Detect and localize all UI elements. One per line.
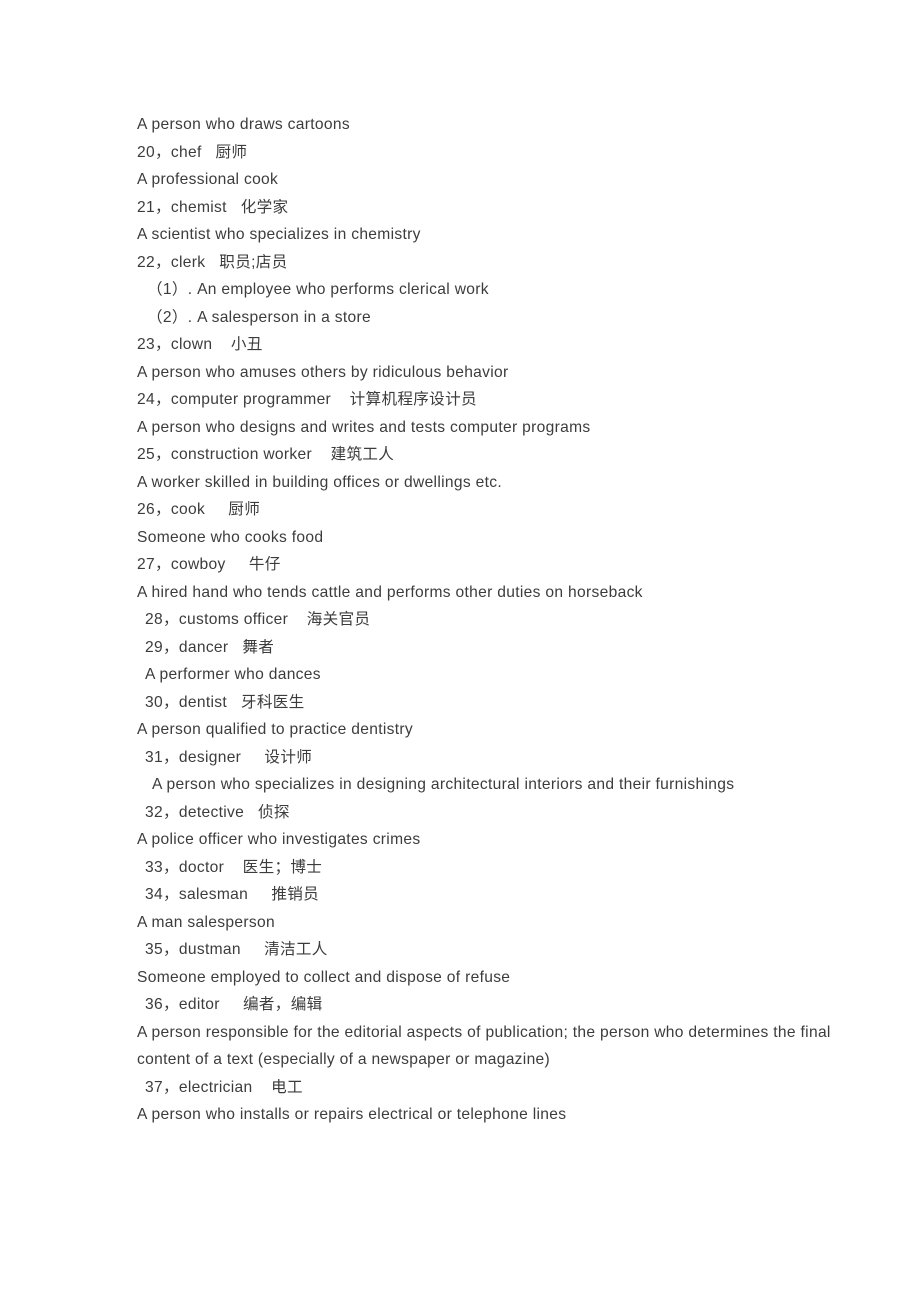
document-line: A person responsible for the editorial a… — [137, 1023, 836, 1069]
document-line: A scientist who specializes in chemistry — [137, 226, 421, 243]
document-line: 33，doctor 医生；博士 — [145, 858, 323, 876]
document-line: 35，dustman 清洁工人 — [145, 941, 328, 958]
document-line: 22，clerk 职员;店员 — [137, 253, 288, 271]
document-line: 34，salesman 推销员 — [145, 886, 320, 903]
document-line: 28，customs officer 海关官员 — [145, 611, 371, 628]
document-line: A person who specializes in designing ar… — [152, 776, 735, 793]
document-text-body: A person who draws cartoons 20，chef 厨师 A p… — [0, 111, 920, 1129]
document-line: Someone employed to collect and dispose … — [137, 968, 511, 986]
document-line: A person qualified to practice dentistry — [137, 721, 413, 738]
document-line: 29，dancer 舞者 — [145, 638, 275, 656]
document-line: 20，chef 厨师 — [137, 143, 248, 161]
document-line: 37，electrician 电工 — [145, 1078, 303, 1096]
document-line: （1）. An employee who performs clerical w… — [147, 281, 489, 298]
document-line: 24，computer programmer 计算机程序设计员 — [137, 391, 477, 408]
document-line: A person who draws cartoons — [137, 116, 350, 133]
document-line: A professional cook — [137, 171, 279, 188]
document-line: A hired hand who tends cattle and perfor… — [137, 583, 643, 601]
document-line: A worker skilled in building offices or … — [137, 473, 502, 491]
document-line: 27，cowboy 牛仔 — [137, 556, 281, 573]
document-line: 30，dentist 牙科医生 — [145, 693, 305, 711]
document-line: 23，clown 小丑 — [137, 336, 263, 353]
document-line: A man salesperson — [137, 913, 275, 931]
document-page: A person who draws cartoons 20，chef 厨师 A p… — [0, 0, 920, 1302]
document-line: A person who installs or repairs electri… — [137, 1106, 567, 1123]
document-line: 25，construction worker 建筑工人 — [137, 446, 395, 463]
document-line: 32，detective 侦探 — [145, 803, 290, 821]
document-line: 26，cook 厨师 — [137, 501, 261, 518]
document-line: A performer who dances — [145, 666, 321, 683]
document-line: Someone who cooks food — [137, 528, 324, 546]
document-line: （2）. A salesperson in a store — [147, 308, 372, 326]
document-line: A police officer who investigates crimes — [137, 831, 421, 848]
document-line: 21，chemist 化学家 — [137, 198, 289, 216]
document-line: 36，editor 编者，编辑 — [145, 996, 323, 1013]
document-line: 31，designer 设计师 — [145, 748, 313, 766]
document-line: A person who amuses others by ridiculous… — [137, 363, 509, 381]
document-line: A person who designs and writes and test… — [137, 418, 591, 436]
